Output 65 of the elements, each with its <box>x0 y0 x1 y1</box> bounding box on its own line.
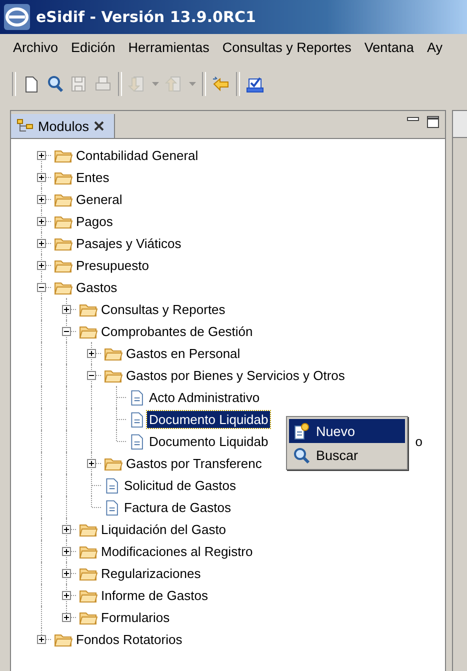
expand-icon[interactable] <box>37 150 46 160</box>
document-icon <box>104 498 121 516</box>
tree-item[interactable]: Entes <box>74 168 112 186</box>
expand-icon[interactable] <box>37 634 46 644</box>
collapse-icon[interactable] <box>37 282 46 292</box>
expand-icon[interactable] <box>87 458 96 468</box>
tree-item[interactable]: Modificaciones al Registro <box>99 542 255 560</box>
document-icon <box>104 476 121 494</box>
expand-icon[interactable] <box>37 194 46 204</box>
expand-icon[interactable] <box>37 260 46 270</box>
expand-icon[interactable] <box>62 524 71 534</box>
expand-icon[interactable] <box>62 612 71 622</box>
tree-item[interactable]: Fondos Rotatorios <box>74 630 184 648</box>
tree-item[interactable]: Acto Administrativo <box>147 388 262 406</box>
tree-item[interactable]: Pagos <box>74 212 115 230</box>
tree-item[interactable]: Liquidación del Gasto <box>99 520 228 538</box>
window-title: eSidif - Versión 13.9.0RC1 <box>36 8 256 26</box>
tree-item[interactable]: Gastos <box>74 278 120 296</box>
menu-item[interactable]: Consultas y Reportes <box>222 40 352 64</box>
tree-item[interactable]: Documento Liquidab <box>147 432 270 450</box>
expand-icon[interactable] <box>37 238 46 248</box>
tree-item[interactable]: Pasajes y Viáticos <box>74 234 184 252</box>
tree-item[interactable]: Consultas y Reportes <box>99 300 228 318</box>
expand-icon[interactable] <box>87 348 96 358</box>
tree-view-icon <box>17 119 33 133</box>
tree-item[interactable]: Formularios <box>99 608 172 626</box>
maximize-icon[interactable] <box>427 116 440 128</box>
expand-icon[interactable] <box>62 304 71 314</box>
document-icon <box>129 432 146 450</box>
document-icon <box>129 388 146 406</box>
tree-item[interactable]: Contabilidad General <box>74 146 200 164</box>
modules-tab[interactable]: Modulos <box>11 114 116 138</box>
menu-item[interactable]: Ventana <box>364 40 414 64</box>
checklist-icon[interactable] <box>246 75 264 93</box>
app-logo-icon <box>4 4 30 30</box>
tree-item[interactable]: General <box>74 190 124 208</box>
search-icon <box>293 446 310 464</box>
expand-icon[interactable] <box>62 590 71 600</box>
tree-item[interactable]: Gastos en Personal <box>124 344 242 362</box>
tree-item[interactable]: Comprobantes de Gestión <box>99 322 255 340</box>
tree-item[interactable]: Presupuesto <box>74 256 151 274</box>
tree-item[interactable]: Gastos por Transferenc <box>124 454 264 472</box>
context-menu-item[interactable]: Buscar <box>289 443 405 467</box>
menu-item[interactable]: Herramientas <box>128 40 210 64</box>
tree-item[interactable]: Informe de Gastos <box>99 586 210 604</box>
expand-icon[interactable] <box>62 568 71 578</box>
menu-item[interactable]: Archivo <box>13 40 58 64</box>
close-icon[interactable] <box>94 121 104 131</box>
menu-item[interactable]: Edición <box>71 40 116 64</box>
search-icon[interactable] <box>46 75 64 93</box>
tree-item[interactable]: Solicitud de Gastos <box>122 476 238 494</box>
tree-item[interactable]: Factura de Gastos <box>122 498 233 516</box>
menu-item[interactable]: Ay <box>426 40 442 64</box>
collapse-icon[interactable] <box>62 326 71 336</box>
context-menu-item[interactable]: Nuevo <box>289 419 405 443</box>
tree-item[interactable]: Gastos por Bienes y Servicios y Otros <box>124 366 347 384</box>
tree-item[interactable]: Regularizaciones <box>99 564 203 582</box>
collapse-icon[interactable] <box>87 370 96 380</box>
new-document-icon <box>293 422 310 440</box>
expand-icon[interactable] <box>37 216 46 226</box>
expand-icon[interactable] <box>62 546 71 556</box>
tree-item-text: o <box>415 434 422 448</box>
document-icon <box>129 410 146 428</box>
expand-icon[interactable] <box>37 172 46 182</box>
tree-item[interactable]: Documento Liquidab <box>147 410 270 428</box>
